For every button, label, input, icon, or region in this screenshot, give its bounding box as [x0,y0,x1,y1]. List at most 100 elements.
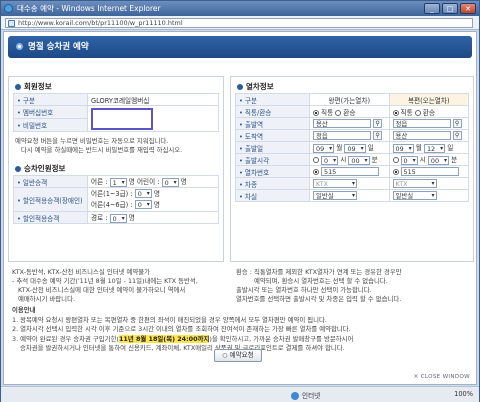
row-label: 일반승객 [13,175,88,188]
row-label: 출발시각 [235,153,310,166]
adult-count-select[interactable]: 1 [109,177,127,187]
unit-label: 명 [128,178,135,187]
search-icon[interactable]: ⚲ [373,131,383,140]
table-row: 출발역 용산 ⚲ 정읍 ⚲ [235,117,469,130]
url-field[interactable]: http://www.korail.com/bt/pr11100/w_pr111… [5,18,473,28]
train-section-title: 열차정보 [237,81,274,92]
page-title: 명절 승차권 예약 [28,42,89,52]
title-bar: 대수송 예약 - Windows Internet Explorer _ □ ✕ [1,1,479,16]
outbound-trainno-radio[interactable] [313,168,319,175]
row-label: 열차번호 [235,165,310,178]
row-label: 비밀번호 [13,118,88,132]
child-label: 어린이 : [136,178,160,187]
passenger-table: 일반승객 어른 : 1 명 어린이 : 0 명 할인적용승객(장애인) 어른(1… [13,175,219,224]
unit-label: 명 [153,200,160,209]
left-panel: 회원정보 구분 GLORY코레일멤버십 멤버십번호 비밀번호 예약요청 버튼을 … [8,76,224,262]
maximize-button[interactable]: □ [442,3,458,14]
return-direct-radio[interactable] [392,109,399,116]
guide-text: 3. 예약이 완료된 경우 승차권 구입기한( [12,334,119,343]
url-text: http://www.korail.com/bt/pr11100/w_pr111… [18,19,183,27]
outbound-time-radio[interactable] [313,157,319,164]
outbound-day-select[interactable]: 09 [344,143,366,153]
note-line: - 추석 대수송 예약 기간('11년 8월 10일 - 11일)내에는 KTX… [12,277,198,285]
note-line: 예약요청 버튼을 누르면 비밀번호는 자동으로 지워집니다. [15,137,169,145]
note-line: 다시 예약을 하실때에는 반드시 비밀번호를 재입력 하십시오. [21,146,183,154]
outbound-seat-select[interactable]: 일반실 [313,191,357,200]
ie-icon [4,4,13,13]
outbound-transfer-radio[interactable] [335,109,342,116]
outbound-arrival-input[interactable]: 정읍 [313,131,371,140]
senior-count-select[interactable]: 0 [109,213,127,223]
guide-line: 2. 열차시각 선택시 입력한 시각 이후 기준으로 3시간 이내의 열차를 조… [12,325,351,333]
row-label: 차종 [235,177,310,190]
reserve-request-button[interactable]: 예약요청 [214,349,262,362]
return-kind-select[interactable]: KTX [392,179,437,188]
window-title: 대수송 예약 - Windows Internet Explorer [17,4,161,13]
outbound-departure-input[interactable]: 용산 [313,119,371,128]
disabled-1-3-select[interactable]: 0 [134,189,152,198]
table-row: 일반승객 어른 : 1 명 어린이 : 0 명 [13,175,219,188]
member-notes: 예약요청 버튼을 누르면 비밀번호는 자동으로 지워집니다. 다시 예약을 하실… [15,137,182,155]
return-arrival-input[interactable]: 용산 [392,131,451,140]
return-trainno-input[interactable]: 515 [400,167,459,176]
note-line: KTX-산천 비즈니스실에 대한 인터넷 예약이 불가하오니 역에서 [18,286,186,294]
search-icon[interactable]: ⚲ [452,119,462,128]
passenger-section-title: 승차인원정보 [15,163,65,174]
note-line: KTX-동반석, KTX-산천 비즈니스실 인터넷 예약불가 [12,268,151,276]
unit-label: 일 [367,144,374,153]
deadline-highlight: 11년 8월 18일(목) 24:00까지 [118,334,210,343]
search-icon[interactable]: ⚲ [452,131,462,140]
note-line: 출발시각 또는 열차번호 하나만 선택이 가능합니다. [236,286,372,294]
row-label: 직통/환승 [235,105,310,118]
return-time-radio[interactable] [392,157,399,164]
table-row: 출발일 09 월 09 일 09 월 12 일 [235,141,469,154]
browser-window: 대수송 예약 - Windows Internet Explorer _ □ ✕… [0,0,480,402]
radio-label: 직통 [400,108,413,117]
right-panel: 열차정보 구분 왕편(가는열차) 복편(오는열차) 직통/환승 직통 환승 직통… [230,76,474,262]
train-table: 구분 왕편(가는열차) 복편(오는열차) 직통/환승 직통 환승 직통 환승 출… [235,93,469,202]
return-transfer-radio[interactable] [414,109,421,116]
close-window-button[interactable]: ✕ [460,3,476,14]
unit-label: 명 [180,178,187,187]
unit-label: 분 [371,156,378,165]
table-row: 할인적용승객 경로 : 0 명 [13,211,219,224]
search-icon[interactable]: ⚲ [373,119,383,128]
zoom-level[interactable]: 100% [454,390,473,398]
return-seat-select[interactable]: 일반실 [392,191,437,200]
usage-guide: 이용안내 1. 왕복예약 요청시 왕편열차 또는 복편열차 중 한편의 좌석이 … [12,306,472,354]
return-month-select[interactable]: 09 [392,143,414,153]
passenger-notes: KTX-동반석, KTX-산천 비즈니스실 인터넷 예약불가 - 추석 대수송 … [12,268,226,304]
guide-text: )을 확인하시고, 가까운 승차권 발매창구를 방문하시어 [209,334,354,343]
outbound-header: 왕편(가는열차) [309,93,390,106]
unit-label: 시 [340,156,347,165]
row-label: 할인적용승객 [13,211,88,224]
return-trainno-radio[interactable] [392,168,399,175]
page-header: 명절 승차권 예약 [8,36,472,58]
unit-label: 분 [451,156,458,165]
disabled-1-3-label: 어른(1~3급) : [91,189,133,198]
row-label: 출발역 [235,117,310,130]
row-label: 차실 [235,189,310,202]
note-line: 열차번호를 선택하면 출발시각 및 차종은 입력 할 수 없습니다. [236,295,402,303]
note-line: 예매하시기 바랍니다. [18,295,75,303]
membership-number-field[interactable] [91,107,153,130]
disabled-4-6-select[interactable]: 0 [134,200,152,209]
return-day-select[interactable]: 12 [423,143,446,153]
return-hour-select[interactable]: 0 [400,155,418,165]
return-departure-input[interactable]: 정읍 [392,119,451,128]
outbound-direct-radio[interactable] [313,109,319,116]
close-window-link[interactable]: CLOSE WINDOW [414,374,470,380]
outbound-trainno-input[interactable]: 515 [321,167,379,176]
child-count-select[interactable]: 0 [161,177,179,187]
outbound-month-select[interactable]: 09 [313,143,335,153]
minimize-button[interactable]: _ [424,3,440,14]
outbound-minute-select[interactable]: 00 [348,155,370,165]
globe-icon [291,392,299,400]
table-row: 할인적용승객(장애인) 어른(1~3급) : 0 명 어른(4~6급) : 0 … [13,187,219,212]
return-minute-select[interactable]: 00 [427,155,450,165]
header-bullet-icon [16,43,23,50]
outbound-kind-select[interactable]: KTX [313,179,357,188]
outbound-hour-select[interactable]: 0 [321,155,339,165]
table-row: 도착역 정읍 ⚲ 용산 ⚲ [235,129,469,142]
table-row: 열차번호 515 515 [235,165,469,178]
